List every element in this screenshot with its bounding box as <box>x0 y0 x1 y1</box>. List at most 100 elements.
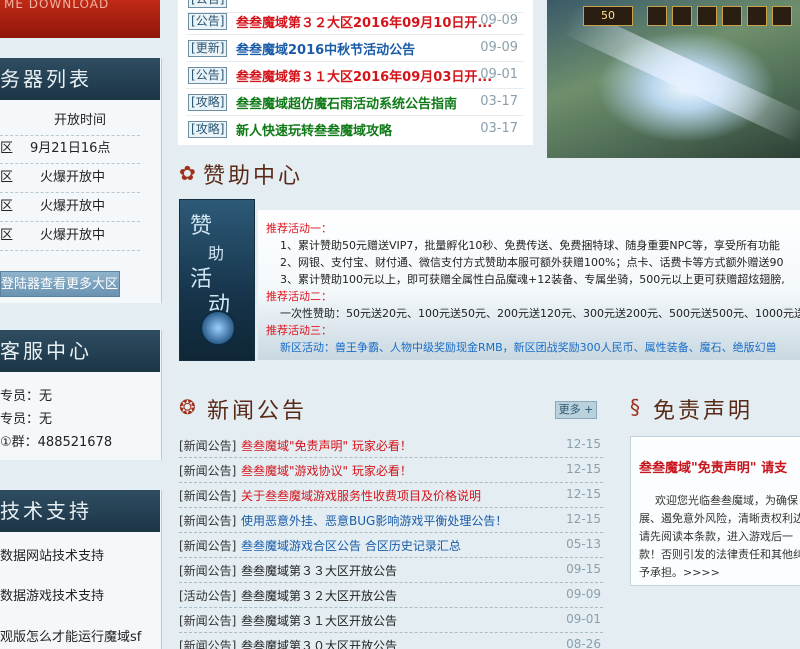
notice-title: 叁叁魔域2016中秋节活动公告 <box>236 43 416 58</box>
sponsor-promo-line: 1、累计赞助50元赠送VIP7，批量孵化10秒、免费传送、免费捆特球、随身重要N… <box>280 239 780 252</box>
hud-skill-icon <box>772 6 792 26</box>
server-area: 区 <box>0 141 14 156</box>
server-area: 区 <box>0 199 14 214</box>
news-category: [新闻公告] <box>179 514 237 528</box>
download-banner-label: ME DOWNLOAD <box>4 0 110 11</box>
sponsor-promo-head: 推荐活动一： <box>266 222 332 235</box>
cs-qq-group[interactable]: ①群：488521678 <box>0 431 112 450</box>
hud-level-value: 50 <box>601 9 615 22</box>
notice-title: 叁叁魔域第３２大区2016年09月10日开... <box>236 16 491 31</box>
server-row[interactable]: 区 火爆开放中 <box>0 194 140 222</box>
notice-date: 09-09 <box>480 40 518 55</box>
notice-tag: [公告] <box>188 0 228 8</box>
notice-title: 叁叁魔域超仿魔石雨活动系统公告指南 <box>236 97 458 112</box>
hud-skill-icon <box>722 6 742 26</box>
notice-date: 09-09 <box>480 13 518 28</box>
notice-tag: [公告] <box>188 13 228 30</box>
notice-row[interactable]: [攻略] 叁叁魔域超仿魔石雨活动系统公告指南 03-17 <box>186 89 524 116</box>
news-icon: ❂ <box>179 395 196 419</box>
disclaimer-line: 款！否则引发的法律责任和其他纠 <box>639 548 800 561</box>
news-item[interactable]: [新闻公告] 叁叁魔域第３１大区开放公告 09-01 <box>179 608 603 633</box>
news-date: 09-01 <box>566 612 601 626</box>
disclaimer-line: 欢迎您光临叁叁魔域，为确保 <box>655 494 798 507</box>
news-date: 12-15 <box>566 437 601 451</box>
download-banner[interactable]: ME DOWNLOAD <box>0 0 160 38</box>
disclaimer-icon: § <box>630 395 640 419</box>
server-list-title: 务器列表 <box>0 58 160 100</box>
server-row[interactable]: 区 火爆开放中 <box>0 165 140 193</box>
hud-level-badge: 50 <box>583 6 633 26</box>
server-area: 区 <box>0 228 14 243</box>
notice-tag: [攻略] <box>188 94 228 111</box>
tech-link[interactable]: 数据网站技术支持 <box>0 545 104 564</box>
tech-link[interactable]: 观版怎么才能运行魔域sf <box>0 626 141 645</box>
news-title-link[interactable]: 叁叁魔域第３２大区开放公告 <box>241 587 397 604</box>
sponsor-details: 推荐活动一： 1、累计赞助50元赠送VIP7，批量孵化10秒、免费传送、免费捆特… <box>258 210 800 360</box>
news-date: 09-15 <box>566 562 601 576</box>
more-servers-button[interactable]: 登陆器查看更多大区 <box>0 271 120 297</box>
news-date: 09-09 <box>566 587 601 601</box>
notice-row[interactable]: [公告] 叁叁魔域第３１大区2016年09月03日开... 09-01 <box>186 62 524 89</box>
server-list-panel: 务器列表 开放时间 区 9月21日16点 区 火爆开放中 区 火爆开放中 区 火… <box>0 58 162 303</box>
news-title-link[interactable]: 叁叁魔域游戏合区公告 合区历史记录汇总 <box>241 537 461 554</box>
news-item[interactable]: [新闻公告] 叁叁魔域游戏合区公告 合区历史记录汇总 05-13 <box>179 533 603 558</box>
news-item[interactable]: [活动公告] 叁叁魔域第３２大区开放公告 09-09 <box>179 583 603 608</box>
news-date: 08-26 <box>566 637 601 649</box>
news-item[interactable]: [新闻公告] 关于叁叁魔域游戏服务性收费项目及价格说明 12-15 <box>179 483 603 508</box>
sponsor-promo-line: 新区活动：兽王争霸、人物中级奖励现金RMB，新区团战奖励300人民币、属性装备、… <box>280 341 777 354</box>
cs-line: 专员：无 <box>0 412 53 427</box>
sponsor-promo-head: 推荐活动三： <box>266 324 332 337</box>
hud-skill-icon <box>647 6 667 26</box>
server-row[interactable]: 区 9月21日16点 <box>0 136 140 164</box>
notice-tag: [更新] <box>188 40 228 57</box>
server-time: 火爆开放中 <box>40 228 106 243</box>
server-time: 火爆开放中 <box>40 199 106 214</box>
news-title-link[interactable]: 使用恶意外挂、恶意BUG影响游戏平衡处理公告！ <box>241 512 507 529</box>
news-title-link[interactable]: 叁叁魔域第３３大区开放公告 <box>241 562 397 579</box>
notice-row[interactable]: [更新] 叁叁魔域2016中秋节活动公告 09-09 <box>186 35 524 62</box>
news-title-link[interactable]: 叁叁魔域"游戏协议" 玩家必看！ <box>241 462 412 479</box>
tech-support-title: 技术支持 <box>0 490 160 532</box>
news-item[interactable]: [新闻公告] 叁叁魔域第３３大区开放公告 09-15 <box>179 558 603 583</box>
news-title-link[interactable]: 叁叁魔域第３０大区开放公告 <box>241 637 397 649</box>
news-category: [新闻公告] <box>179 614 237 628</box>
customer-service-title: 客服中心 <box>0 330 160 372</box>
notice-row[interactable]: [攻略] 新人快速玩转叁叁魔域攻略 03-17 <box>186 116 524 143</box>
news-more-button[interactable]: 更多 + <box>555 401 597 419</box>
game-screenshot[interactable]: 50 <box>547 0 800 158</box>
sponsor-icon: ✿ <box>179 161 196 185</box>
disclaimer-read-more[interactable]: 予承担。>>>> <box>639 564 720 580</box>
sponsor-promo-line: 2、网银、支付宝、财付通、微信支付方式赞助本服可额外获赠100%；点卡、话费卡等… <box>280 256 784 269</box>
news-category: [新闻公告] <box>179 639 237 649</box>
news-item[interactable]: [新闻公告] 叁叁魔域"游戏协议" 玩家必看！ 12-15 <box>179 458 603 483</box>
tech-link[interactable]: 数据游戏技术支持 <box>0 585 104 604</box>
news-title-link[interactable]: 叁叁魔域"免责声明" 玩家必看！ <box>241 437 412 454</box>
disclaimer-line: 请先阅读本条款，进入游戏后一 <box>639 530 793 543</box>
news-category: [新闻公告] <box>179 439 237 453</box>
news-item[interactable]: [新闻公告] 使用恶意外挂、恶意BUG影响游戏平衡处理公告！ 12-15 <box>179 508 603 533</box>
server-time: 火爆开放中 <box>40 170 106 185</box>
sponsor-promo-line: 一次性赞助：50元送20元、100元送50元、200元送120元、300元送20… <box>280 307 800 320</box>
server-area: 区 <box>0 170 14 185</box>
news-title-link[interactable]: 关于叁叁魔域游戏服务性收费项目及价格说明 <box>241 487 481 504</box>
notice-tag: [公告] <box>188 67 228 84</box>
game-light-effect <box>562 6 800 144</box>
notice-title: 新人快速玩转叁叁魔域攻略 <box>236 124 393 139</box>
sponsor-image-text: 赞 助 活 动 <box>190 214 231 318</box>
news-date: 05-13 <box>566 537 601 551</box>
disclaimer-box-title[interactable]: 叁叁魔域"免责声明" 请支 <box>639 457 787 476</box>
news-category: [新闻公告] <box>179 539 237 553</box>
sponsor-activity-image[interactable]: 赞 助 活 动 <box>179 199 255 361</box>
news-item[interactable]: [新闻公告] 叁叁魔域第３０大区开放公告 08-26 <box>179 633 603 649</box>
sponsor-title: 赞助中心 <box>203 164 304 189</box>
cs-line: 专员：无 <box>0 389 53 404</box>
hud-skill-icon <box>697 6 717 26</box>
notice-row[interactable]: [公告] 叁叁魔域第３２大区2016年09月10日开... 09-09 <box>186 8 524 35</box>
sponsor-promo-line: 3、累计赞助100元以上，即可获赠全属性白品魔魂+12装备、专属坐骑，500元以… <box>280 273 785 286</box>
notice-date: 03-17 <box>480 121 518 136</box>
notice-tag: [攻略] <box>188 121 228 138</box>
news-title-link[interactable]: 叁叁魔域第３１大区开放公告 <box>241 612 397 629</box>
tech-support-panel: 技术支持 数据网站技术支持 数据游戏技术支持 观版怎么才能运行魔域sf <box>0 490 162 649</box>
server-row[interactable]: 区 火爆开放中 <box>0 223 140 251</box>
news-item[interactable]: [新闻公告] 叁叁魔域"免责声明" 玩家必看！ 12-15 <box>179 433 603 458</box>
